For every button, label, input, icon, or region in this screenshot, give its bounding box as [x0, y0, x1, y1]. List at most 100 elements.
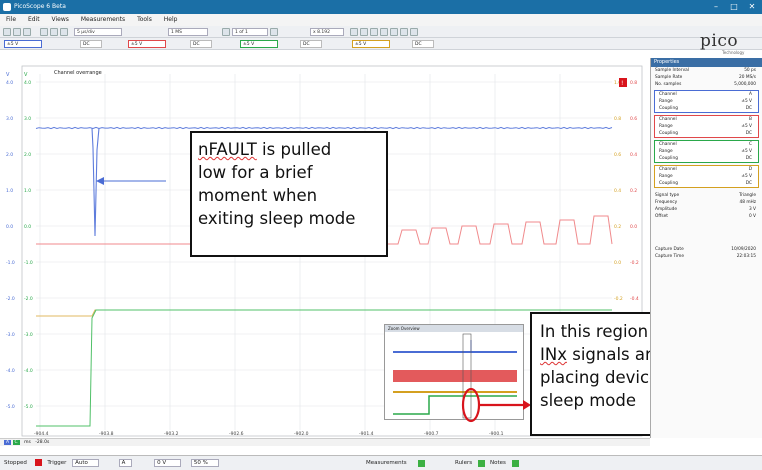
undo-zoom-icon[interactable]: [400, 28, 408, 36]
channel-a-coupling[interactable]: DC: [80, 40, 102, 48]
bottom-left-value: -28.0s: [35, 440, 50, 445]
prev-page-icon[interactable]: [222, 28, 230, 36]
add-measurement-icon[interactable]: [418, 460, 425, 467]
channel-property-box: Channel B Range ±5 V Coupling DC: [654, 115, 759, 138]
menu-views[interactable]: Views: [52, 16, 69, 23]
zoom-fit-icon[interactable]: [390, 28, 398, 36]
run-status: Stopped: [4, 460, 27, 466]
time-unit: ms: [24, 440, 31, 445]
channel-property-box: Channel A Range ±5 V Coupling DC: [654, 90, 759, 113]
channel-name-row: Channel C: [659, 142, 752, 147]
menu-edit[interactable]: Edit: [28, 16, 40, 23]
menu-help[interactable]: Help: [164, 16, 178, 23]
signal-property-row: Offset 0 V: [655, 214, 756, 219]
scale-b-label: 0.6: [630, 116, 637, 122]
print-icon[interactable]: [23, 28, 31, 36]
scale-a-label: -4.0: [6, 368, 15, 374]
time-tick-label: -902.0: [294, 431, 309, 437]
scale-a-label: 2.0: [6, 152, 13, 158]
scope-mode-icon[interactable]: [40, 28, 48, 36]
channel-range-row: Range ±5 V: [659, 124, 752, 129]
zoom-level: x 8.192: [310, 28, 344, 36]
channel-c-coupling[interactable]: DC: [300, 40, 322, 48]
timebase-select[interactable]: 5 μs/div: [74, 28, 122, 36]
channel-coupling-row: Coupling DC: [659, 106, 752, 111]
channel-b-coupling[interactable]: DC: [190, 40, 212, 48]
channel-c-range[interactable]: ±5 V: [240, 40, 278, 48]
scale-c-label: 1.0: [24, 188, 31, 194]
capture-property-row: Capture Date 10/09/2020: [655, 247, 756, 252]
scale-c-label: -4.0: [24, 368, 33, 374]
property-row: Sample Interval 50 ps: [655, 68, 756, 73]
pico-logo-sub: Technology: [722, 50, 745, 55]
channel-property-box: Channel C Range ±5 V Coupling DC: [654, 140, 759, 163]
arrow-left-icon: [96, 177, 104, 185]
open-icon[interactable]: [3, 28, 11, 36]
properties-panel: Properties Sample Interval 50 ps Sample Ra…: [650, 58, 762, 438]
scale-c-label: -2.0: [24, 296, 33, 302]
rulers-label[interactable]: Rulers: [455, 456, 472, 470]
persistence-icon[interactable]: [60, 28, 68, 36]
notes-icon[interactable]: [512, 460, 519, 467]
minimize-button[interactable]: –: [708, 0, 724, 14]
hand-tool-icon[interactable]: [360, 28, 368, 36]
spectrum-mode-icon[interactable]: [50, 28, 58, 36]
scale-a-label: 4.0: [6, 80, 13, 86]
stop-icon[interactable]: [34, 459, 42, 466]
channel-range-row: Range ±5 V: [659, 174, 752, 179]
time-tick-label: -903.2: [164, 431, 179, 437]
trigger-channel-select[interactable]: A: [118, 459, 133, 467]
menu-file[interactable]: File: [6, 16, 16, 23]
inx-word: INx: [540, 345, 567, 364]
zoom-out-icon[interactable]: [380, 28, 388, 36]
next-page-icon[interactable]: [270, 28, 278, 36]
window-title: PicoScope 6 Beta: [14, 3, 66, 10]
status-bar: Stopped Trigger Auto A 0 V 50 % Measurem…: [0, 455, 762, 470]
capture-property-row: Capture Time 22:03:15: [655, 254, 756, 259]
menu-tools[interactable]: Tools: [137, 16, 152, 23]
notes-label[interactable]: Notes: [490, 456, 506, 470]
save-icon[interactable]: [13, 28, 21, 36]
time-tick-label: -901.4: [359, 431, 374, 437]
rulers-icon[interactable]: [478, 460, 485, 467]
time-tick-label: -904.4: [34, 431, 49, 437]
scale-d-label: 0.6: [614, 152, 621, 158]
close-button[interactable]: ✕: [744, 0, 760, 14]
scale-c-label: 4.0: [24, 80, 31, 86]
legend-a[interactable]: A: [4, 440, 12, 445]
scale-d-label: 0.0: [614, 260, 621, 266]
time-tick-label: -902.6: [229, 431, 244, 437]
channel-a-range[interactable]: ±5 V: [4, 40, 42, 48]
region-marker: [461, 387, 531, 423]
scale-b-label: 0.2: [630, 188, 637, 194]
channel-d-coupling[interactable]: DC: [412, 40, 434, 48]
measurements-label[interactable]: Measurements: [366, 456, 407, 470]
scale-b-label: 0.0: [630, 224, 637, 230]
trigger-level-field[interactable]: 0 V: [154, 459, 182, 467]
menu-measurements[interactable]: Measurements: [81, 16, 125, 23]
channel-legend-bar: A C ms -28.0s: [0, 438, 650, 446]
trigger-position-field[interactable]: 50 %: [190, 459, 219, 467]
channel-b-range[interactable]: ±5 V: [128, 40, 166, 48]
zoom-region-icon[interactable]: [410, 28, 418, 36]
scale-d-label: -0.2: [614, 296, 623, 302]
pointer-tool-icon[interactable]: [350, 28, 358, 36]
signal-property-row: Amplitude 3 V: [655, 207, 756, 212]
time-tick-label: -900.7: [424, 431, 439, 437]
maximize-button[interactable]: □: [726, 0, 742, 14]
callout-arrow: [96, 177, 166, 185]
scale-d-label: 0.8: [614, 116, 621, 122]
scale-c-label: 2.0: [24, 152, 31, 158]
scale-c-label: -5.0: [24, 404, 33, 410]
legend-c[interactable]: C: [12, 440, 20, 445]
trigger-mode-select[interactable]: Auto: [72, 459, 99, 467]
channel-coupling-row: Coupling DC: [659, 156, 752, 161]
samples-select[interactable]: 1 MS: [168, 28, 208, 36]
zoom-in-icon[interactable]: [370, 28, 378, 36]
scale-a-label: 1.0: [6, 188, 13, 194]
channel-d-range[interactable]: ±5 V: [352, 40, 390, 48]
channel-range-row: Range ±5 V: [659, 99, 752, 104]
scale-b-label: 0.8: [630, 80, 637, 86]
callout1-line4: exiting sleep mode: [198, 209, 356, 228]
properties-header: Properties: [651, 58, 762, 67]
